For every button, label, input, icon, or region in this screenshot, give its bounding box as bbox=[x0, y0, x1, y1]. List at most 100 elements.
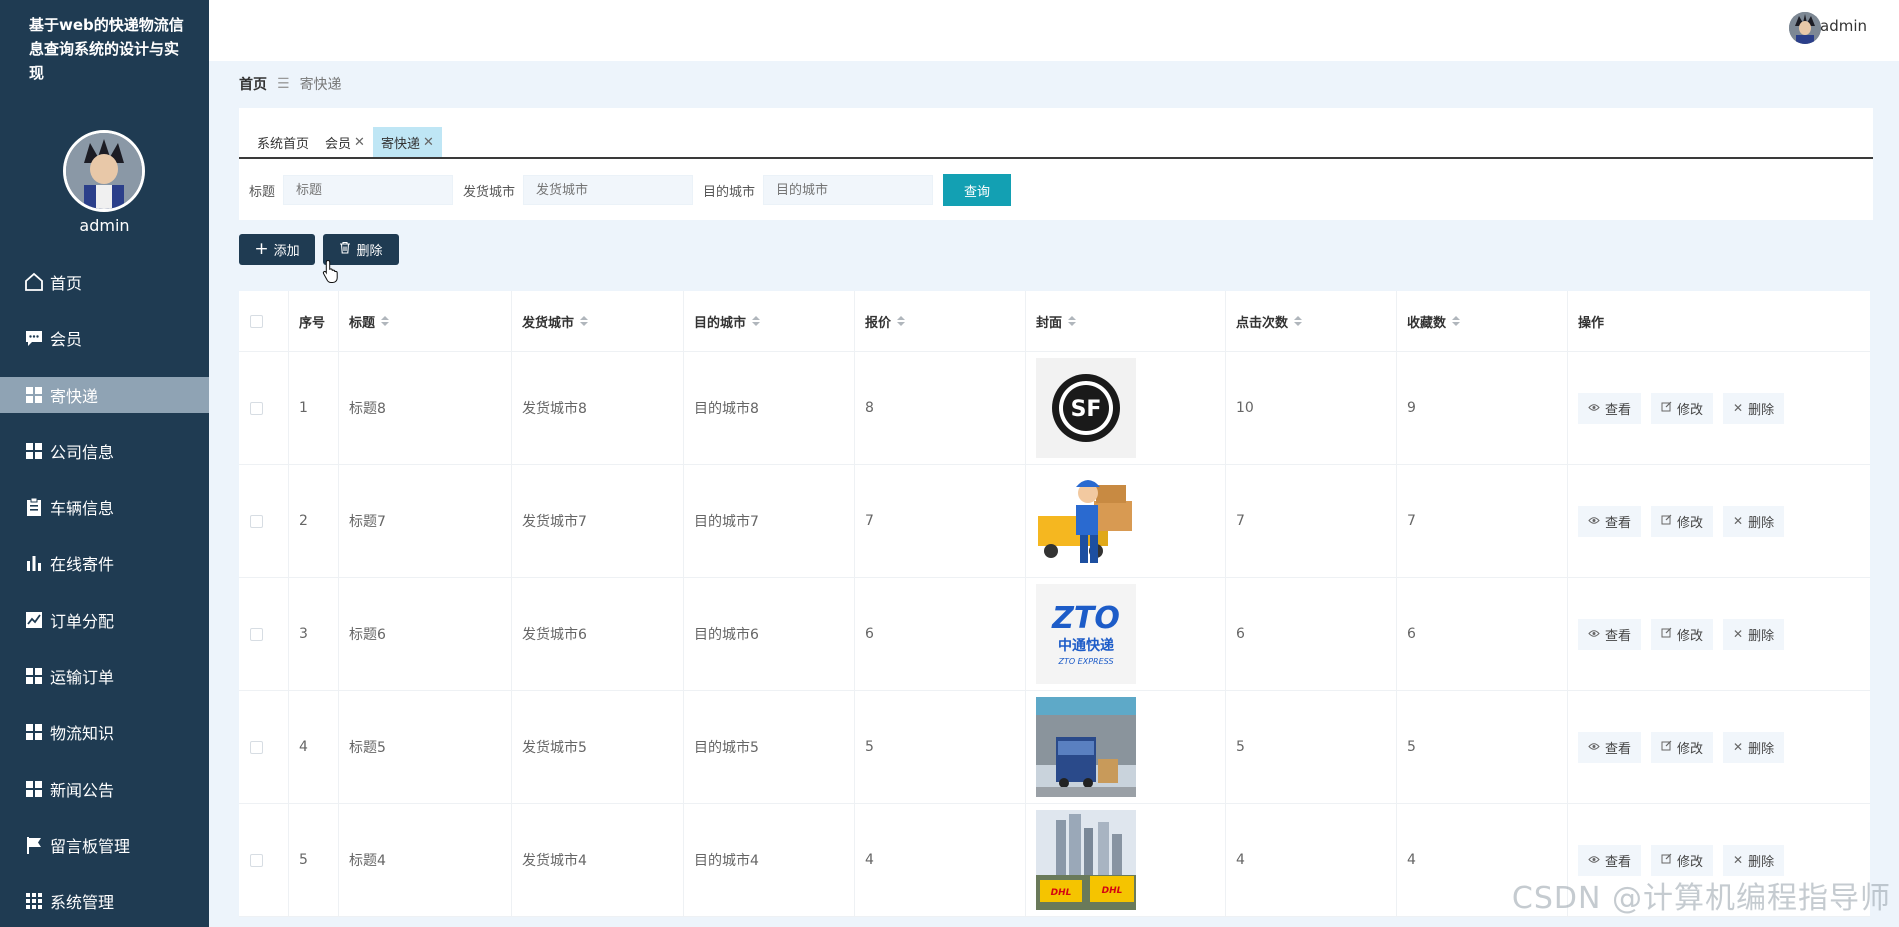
sort-icon[interactable] bbox=[1068, 316, 1077, 326]
delete-button[interactable]: ✕ 删除 bbox=[1723, 618, 1785, 650]
edit-button[interactable]: 修改 bbox=[1651, 844, 1714, 876]
sort-icon[interactable] bbox=[381, 316, 390, 326]
add-button[interactable]: + 添加 bbox=[239, 234, 315, 265]
sidebar-item-2[interactable]: 寄快递 bbox=[0, 376, 209, 413]
sidebar-item-8[interactable]: 物流知识 bbox=[0, 714, 209, 750]
view-label: 查看 bbox=[1605, 741, 1632, 757]
row-checkbox[interactable] bbox=[250, 740, 263, 754]
header-cover[interactable]: 封面 bbox=[1026, 291, 1226, 351]
cover-image[interactable] bbox=[1036, 471, 1136, 571]
cell-clicks: 10 bbox=[1226, 352, 1397, 464]
sidebar-item-label: 会员 bbox=[50, 330, 83, 350]
view-button[interactable]: 查看 bbox=[1578, 392, 1642, 424]
cell-favorites: 5 bbox=[1397, 691, 1568, 803]
delete-button[interactable]: ✕ 删除 bbox=[1723, 731, 1785, 763]
to-city-input[interactable] bbox=[763, 175, 934, 205]
sort-icon[interactable] bbox=[752, 316, 761, 326]
header-favorites[interactable]: 收藏数 bbox=[1397, 291, 1568, 351]
header-price[interactable]: 报价 bbox=[855, 291, 1026, 351]
header-label: 序号 bbox=[299, 315, 326, 331]
select-all-checkbox[interactable] bbox=[250, 314, 263, 328]
sort-icon[interactable] bbox=[1294, 316, 1303, 326]
header-label: 目的城市 bbox=[694, 315, 747, 331]
cell-actions: 查看 修改 ✕ 删除 bbox=[1568, 352, 1870, 464]
from-city-input[interactable] bbox=[523, 175, 694, 205]
tab-express[interactable]: 寄快递 ✕ bbox=[372, 127, 442, 157]
sort-icon[interactable] bbox=[1452, 316, 1461, 326]
edit-button[interactable]: 修改 bbox=[1651, 392, 1714, 424]
sidebar-item-6[interactable]: 订单分配 bbox=[0, 602, 209, 638]
view-label: 查看 bbox=[1605, 515, 1632, 531]
delete-button[interactable]: ✕ 删除 bbox=[1723, 392, 1785, 424]
tab-home[interactable]: 系统首页 bbox=[249, 127, 317, 157]
grid-icon bbox=[24, 722, 44, 742]
cell-title: 标题6 bbox=[339, 578, 512, 690]
row-checkbox[interactable] bbox=[250, 627, 263, 641]
cover-image[interactable]: ZTO 中通快递 ZTO EXPRESS bbox=[1036, 584, 1136, 684]
header-title[interactable]: 标题 bbox=[339, 291, 512, 351]
edit-icon bbox=[1661, 853, 1672, 867]
sidebar-item-1[interactable]: 会员 bbox=[0, 320, 209, 356]
sidebar-item-10[interactable]: 留言板管理 bbox=[0, 827, 209, 863]
sidebar-item-5[interactable]: 在线寄件 bbox=[0, 545, 209, 581]
row-checkbox[interactable] bbox=[250, 514, 263, 528]
cover-image[interactable]: DHL DHL bbox=[1036, 810, 1136, 910]
sort-icon[interactable] bbox=[897, 316, 906, 326]
cell-cover: ZTO 中通快递 ZTO EXPRESS bbox=[1026, 578, 1226, 690]
view-button[interactable]: 查看 bbox=[1578, 505, 1642, 537]
tab-label: 会员 bbox=[325, 136, 352, 152]
top-avatar[interactable] bbox=[1789, 12, 1821, 44]
title-input[interactable] bbox=[283, 175, 454, 205]
cell-title: 标题7 bbox=[339, 465, 512, 577]
sidebar-item-7[interactable]: 运输订单 bbox=[0, 658, 209, 694]
row-checkbox[interactable] bbox=[250, 853, 263, 867]
search-filters: 标题 发货城市 目的城市 查询 bbox=[249, 174, 1012, 206]
cover-image[interactable]: SF bbox=[1036, 358, 1136, 458]
cover-image[interactable] bbox=[1036, 697, 1136, 797]
query-button[interactable]: 查询 bbox=[943, 174, 1012, 206]
edit-button[interactable]: 修改 bbox=[1651, 505, 1714, 537]
header-to-city[interactable]: 目的城市 bbox=[684, 291, 855, 351]
top-username[interactable]: admin bbox=[1820, 17, 1867, 35]
edit-label: 修改 bbox=[1677, 628, 1704, 644]
view-button[interactable]: 查看 bbox=[1578, 731, 1642, 763]
sidebar-item-label: 车辆信息 bbox=[50, 499, 115, 519]
home-icon bbox=[24, 272, 44, 292]
header-actions: 操作 bbox=[1568, 291, 1870, 351]
header-label: 操作 bbox=[1578, 315, 1605, 331]
cell-favorites: 7 bbox=[1397, 465, 1568, 577]
edit-button[interactable]: 修改 bbox=[1651, 618, 1714, 650]
line-chart-icon bbox=[24, 610, 44, 630]
row-checkbox[interactable] bbox=[250, 401, 263, 415]
sidebar-item-3[interactable]: 公司信息 bbox=[0, 433, 209, 469]
delete-label: 删除 bbox=[1748, 741, 1775, 757]
close-icon: ✕ bbox=[1733, 853, 1744, 867]
view-button[interactable]: 查看 bbox=[1578, 844, 1642, 876]
clipboard-icon bbox=[24, 497, 44, 517]
table-row: 4 标题5 发货城市5 目的城市5 5 5 5 查看 修改 ✕ 删除 bbox=[239, 691, 1870, 804]
view-button[interactable]: 查看 bbox=[1578, 618, 1642, 650]
header-clicks[interactable]: 点击次数 bbox=[1226, 291, 1397, 351]
close-icon[interactable]: ✕ bbox=[354, 135, 365, 150]
dhl-logo-text: DHL bbox=[1102, 886, 1123, 896]
sidebar-item-0[interactable]: 首页 bbox=[0, 264, 209, 300]
close-icon: ✕ bbox=[1733, 401, 1744, 415]
cell-price: 8 bbox=[855, 352, 1026, 464]
delete-button[interactable]: ✕ 删除 bbox=[1723, 505, 1785, 537]
tab-member[interactable]: 会员 ✕ bbox=[317, 127, 373, 157]
breadcrumb-home[interactable]: 首页 bbox=[239, 74, 267, 94]
eye-icon bbox=[1588, 740, 1600, 754]
delete-button[interactable]: ✕ 删除 bbox=[1723, 844, 1785, 876]
sidebar-item-11[interactable]: 系统管理 bbox=[0, 883, 209, 919]
cell-price: 4 bbox=[855, 804, 1026, 916]
sort-icon[interactable] bbox=[580, 316, 589, 326]
cell-cover bbox=[1026, 691, 1226, 803]
edit-button[interactable]: 修改 bbox=[1651, 731, 1714, 763]
sidebar-menu: 首页会员寄快递公司信息车辆信息在线寄件订单分配运输订单物流知识新闻公告留言板管理… bbox=[0, 264, 209, 927]
table-row: 1 标题8 发货城市8 目的城市8 8 SF 10 9 查看 修改 ✕ 删除 bbox=[239, 352, 1870, 465]
cell-price: 7 bbox=[855, 465, 1026, 577]
sidebar-item-4[interactable]: 车辆信息 bbox=[0, 489, 209, 525]
header-from-city[interactable]: 发货城市 bbox=[512, 291, 684, 351]
close-icon[interactable]: ✕ bbox=[423, 135, 434, 150]
sidebar-item-9[interactable]: 新闻公告 bbox=[0, 771, 209, 807]
